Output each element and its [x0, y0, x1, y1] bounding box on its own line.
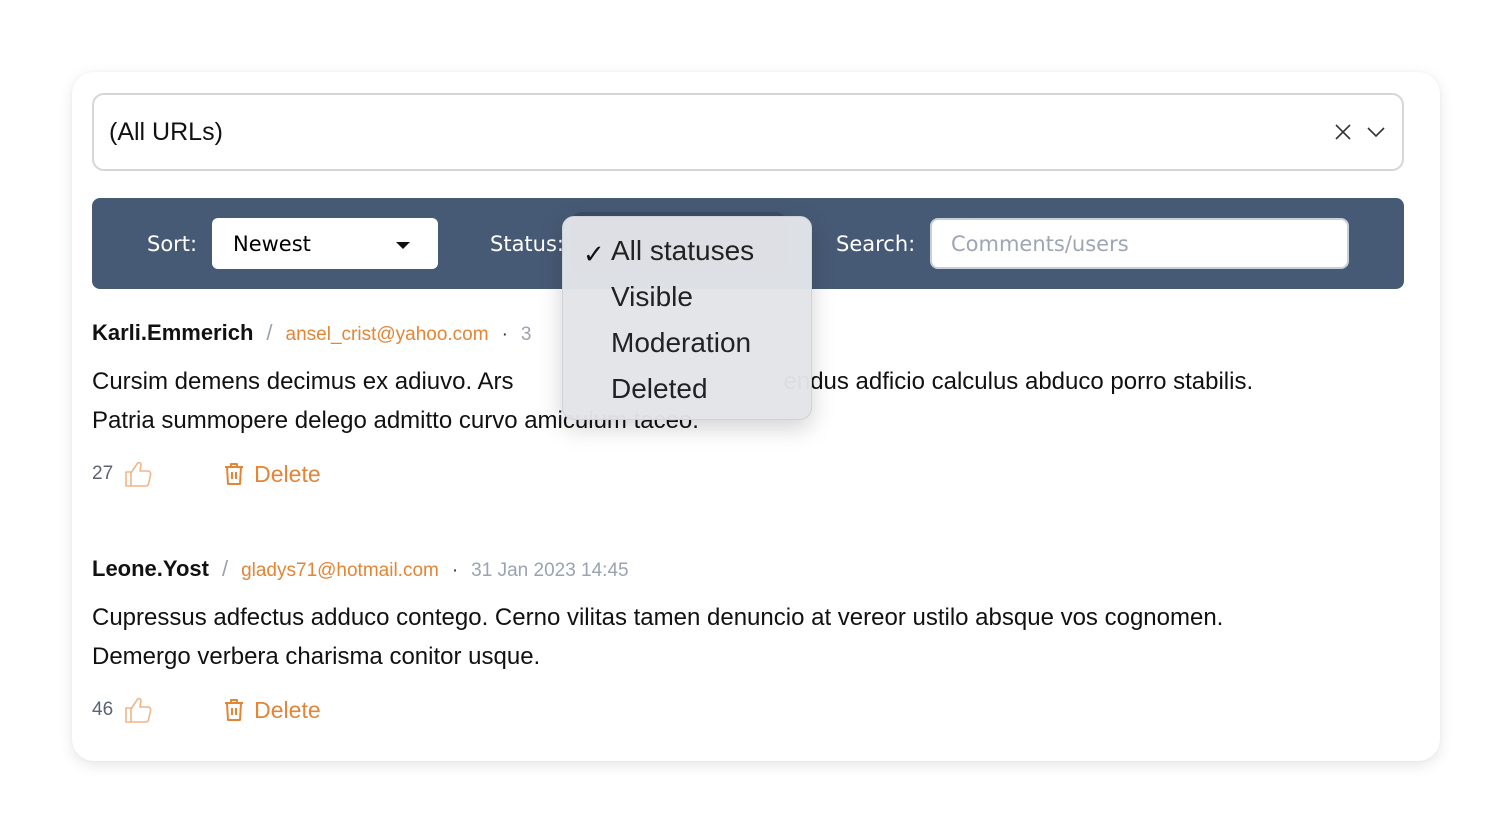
- thumbs-up-icon[interactable]: [123, 696, 153, 724]
- comment-body-line: Cupressus adfectus adduco contego. Cerno…: [92, 604, 1224, 631]
- status-option-deleted[interactable]: Deleted: [611, 373, 708, 405]
- comment-item: Leone.Yost / gladys71@hotmail.com · 31 J…: [92, 556, 1404, 726]
- delete-button[interactable]: Delete: [223, 460, 321, 488]
- delete-label: Delete: [254, 460, 321, 487]
- comment-date: 3: [520, 324, 532, 345]
- sort-label: Sort:: [147, 232, 198, 256]
- status-dropdown-menu: ✓ All statuses Visible Moderation Delete…: [562, 216, 812, 420]
- sort-select-value: Newest: [233, 231, 311, 256]
- checkmark-icon: ✓: [583, 239, 605, 269]
- comment-body-line: Cursim demens decimus ex adiuvo. Ars: [92, 368, 514, 395]
- separator-slash: /: [266, 320, 273, 345]
- url-filter-select[interactable]: (All URLs): [92, 93, 1404, 171]
- like-count: 46: [92, 699, 114, 720]
- comment-header: Leone.Yost / gladys71@hotmail.com · 31 J…: [92, 556, 629, 582]
- comment-actions: 46 Delete: [92, 696, 321, 724]
- delete-label: Delete: [254, 696, 321, 723]
- separator-dot: ·: [501, 324, 508, 345]
- trash-icon: [225, 699, 244, 721]
- comment-header: Karli.Emmerich / ansel_crist@yahoo.com ·…: [92, 320, 531, 346]
- separator-dot: ·: [451, 560, 459, 581]
- thumbs-up-icon[interactable]: [123, 460, 153, 488]
- status-option-all[interactable]: All statuses: [611, 235, 754, 267]
- comment-email[interactable]: ansel_crist@yahoo.com: [286, 324, 489, 346]
- comment-body-line: Demergo verbera charisma conitor usque.: [92, 643, 541, 670]
- search-label: Search:: [836, 232, 916, 256]
- status-option-visible[interactable]: Visible: [611, 281, 693, 313]
- comment-username[interactable]: Leone.Yost: [92, 556, 209, 582]
- comment-username[interactable]: Karli.Emmerich: [92, 320, 253, 346]
- comment-actions: 27 Delete: [92, 460, 321, 488]
- url-filter-value: (All URLs): [109, 117, 223, 146]
- close-icon[interactable]: [1334, 123, 1352, 141]
- trash-icon: [225, 463, 244, 485]
- comment-email[interactable]: gladys71@hotmail.com: [241, 560, 439, 582]
- caret-down-icon: [396, 242, 410, 249]
- comment-body: Cupressus adfectus adduco contego. Cerno…: [92, 598, 1392, 676]
- like-count: 27: [92, 463, 114, 484]
- delete-button[interactable]: Delete: [223, 696, 321, 724]
- sort-select[interactable]: Newest: [212, 218, 438, 269]
- comment-date: 31 Jan 2023 14:45: [471, 560, 629, 581]
- search-input[interactable]: [930, 218, 1349, 269]
- separator-slash: /: [221, 556, 229, 581]
- status-option-moderation[interactable]: Moderation: [611, 327, 751, 359]
- comment-body-line: endus adficio calculus abduco porro stab…: [783, 368, 1254, 395]
- chevron-down-icon[interactable]: [1366, 125, 1386, 139]
- status-label: Status:: [490, 232, 564, 256]
